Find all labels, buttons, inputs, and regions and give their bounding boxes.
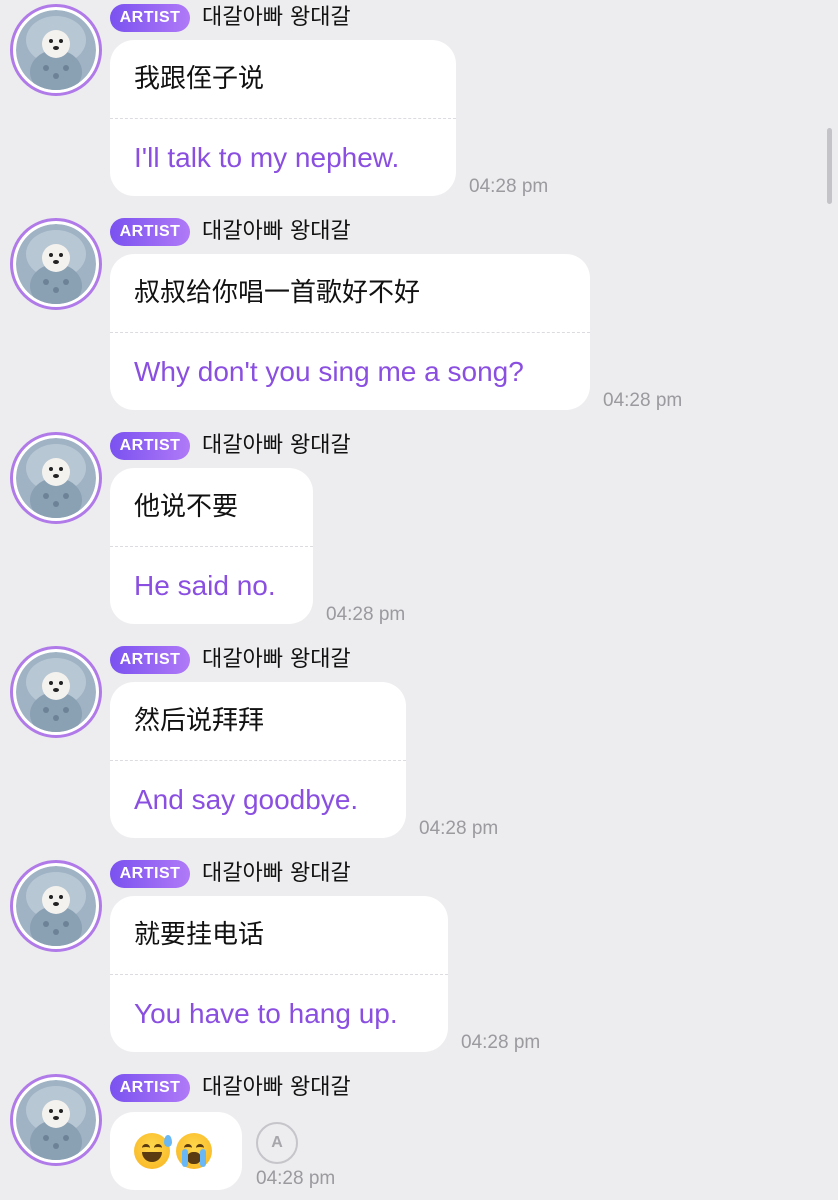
- sender-name: 대갈아빠 왕대갈: [202, 433, 351, 458]
- message-original-text: 然后说拜拜: [134, 706, 265, 736]
- artist-badge: ARTIST: [110, 646, 190, 674]
- dog-avatar-photo: [16, 10, 96, 90]
- dog-avatar-photo: [16, 866, 96, 946]
- sweat-smile-emoji: [134, 1133, 172, 1169]
- message-bubble[interactable]: 然后说拜拜 And say goodbye.: [110, 682, 406, 838]
- message-bubble[interactable]: 就要挂电话 You have to hang up.: [110, 896, 448, 1052]
- message-bubble[interactable]: 我跟侄子说 I'll talk to my nephew.: [110, 40, 456, 196]
- message-bubble[interactable]: 叔叔给你唱一首歌好不好 Why don't you sing me a song…: [110, 254, 590, 410]
- sender-name: 대갈아빠 왕대갈: [202, 861, 351, 886]
- message-original-text: 就要挂电话: [134, 920, 265, 950]
- sender-name: 대갈아빠 왕대갈: [202, 5, 351, 30]
- message-timestamp: 04:28 pm: [603, 390, 683, 411]
- loudly-crying-emoji: [176, 1133, 212, 1169]
- message-translation-text: You have to hang up.: [110, 974, 448, 1052]
- dog-avatar-photo: [16, 224, 96, 304]
- dog-avatar-photo: [16, 652, 96, 732]
- dog-avatar-photo: [16, 438, 96, 518]
- message-bubble[interactable]: [110, 1112, 242, 1190]
- scrollbar[interactable]: [827, 128, 832, 204]
- sender-name: 대갈아빠 왕대갈: [202, 1075, 351, 1100]
- avatar[interactable]: [10, 1074, 102, 1166]
- message-timestamp: 04:28 pm: [469, 176, 549, 197]
- message-original-text: 他说不要: [134, 492, 239, 522]
- dog-avatar-photo: [16, 1080, 96, 1160]
- sender-name: 대갈아빠 왕대갈: [202, 219, 351, 244]
- artist-badge: ARTIST: [110, 1074, 190, 1102]
- message-translation-text: He said no.: [110, 546, 313, 624]
- artist-badge: ARTIST: [110, 218, 190, 246]
- message-bubble[interactable]: 他说不要 He said no.: [110, 468, 313, 624]
- artist-badge: ARTIST: [110, 432, 190, 460]
- message-timestamp: 04:28 pm: [256, 1168, 336, 1189]
- avatar[interactable]: [10, 860, 102, 952]
- message-original-text: 叔叔给你唱一首歌好不好: [134, 278, 421, 308]
- artist-badge: ARTIST: [110, 860, 190, 888]
- avatar[interactable]: [10, 218, 102, 310]
- translate-refresh-icon[interactable]: A: [256, 1122, 298, 1164]
- sender-name: 대갈아빠 왕대갈: [202, 647, 351, 672]
- artist-badge: ARTIST: [110, 4, 190, 32]
- avatar[interactable]: [10, 432, 102, 524]
- message-timestamp: 04:28 pm: [326, 604, 406, 625]
- message-translation-text: Why don't you sing me a song?: [110, 332, 590, 410]
- avatar[interactable]: [10, 646, 102, 738]
- message-original-text: 我跟侄子说: [134, 64, 265, 94]
- avatar[interactable]: [10, 4, 102, 96]
- message-timestamp: 04:28 pm: [419, 818, 499, 839]
- message-translation-text: And say goodbye.: [110, 760, 406, 838]
- message-timestamp: 04:28 pm: [461, 1032, 541, 1053]
- message-translation-text: I'll talk to my nephew.: [110, 118, 456, 196]
